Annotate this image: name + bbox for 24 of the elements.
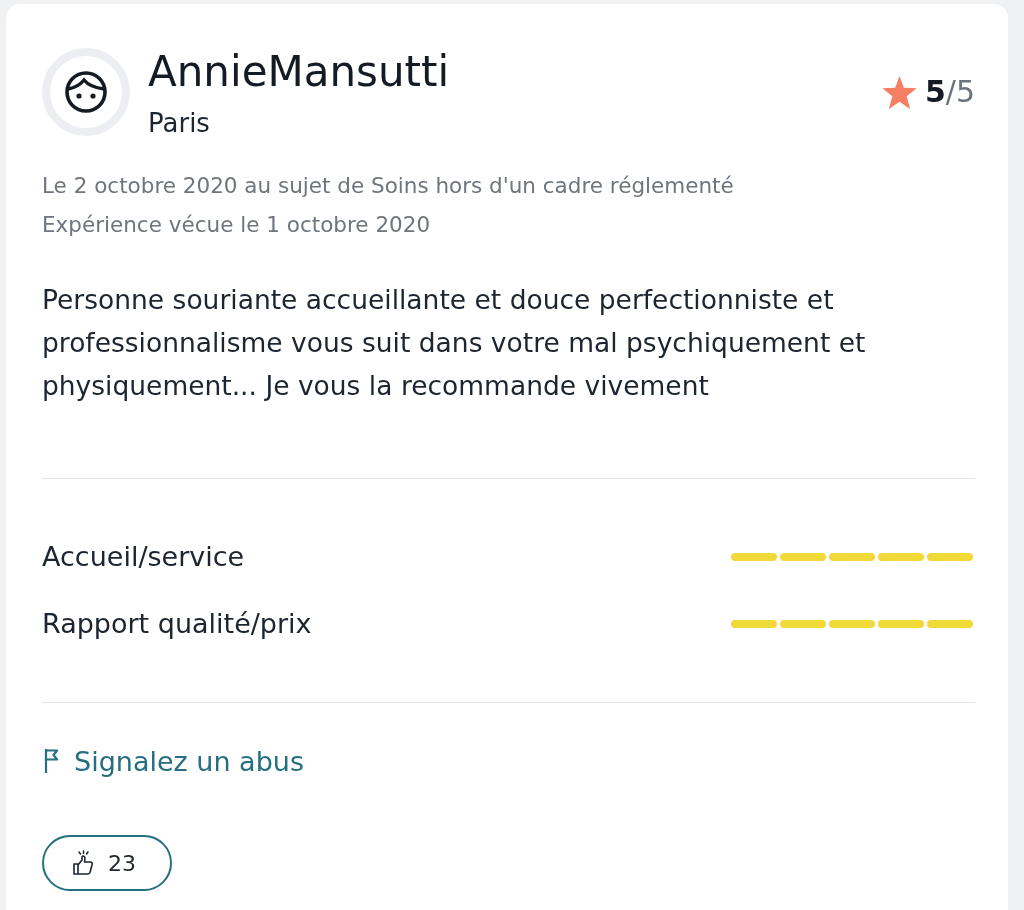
rating-segment [829,553,875,561]
star-icon [881,75,917,109]
author-name: AnnieMansutti [148,47,451,97]
flag-icon [44,748,60,774]
thumbs-up-icon [72,850,94,876]
review-meta-text: Expérience vécue le 1 octobre 2020 [42,211,432,239]
criterion-label: Rapport qualité/prix [42,607,312,641]
rating-segment [878,553,924,561]
rating-segment [927,553,973,561]
rating-segment [780,620,826,628]
like-button[interactable]: 23 [42,835,172,891]
rating-segment [731,620,777,628]
review-text: Personne souriante accueillante et douce perfectionniste et professionnalisme vous suit dans votre mal psychiquement et physiquement... Je vous la recommande vivement [42,283,867,403]
rating-score: 5/5 [924,73,975,111]
review-meta-text: Le 2 octobre 2020 au sujet de Soins hors d'un cadre réglementé [42,172,735,200]
report-abuse-link[interactable]: Signalez un abus [42,741,304,781]
avatar-icon [42,48,130,136]
rating-segment [878,620,924,628]
rating-segment [780,553,826,561]
rating-segment [829,620,875,628]
rating-segment [731,553,777,561]
criterion-label: Accueil/service [42,540,245,574]
author-city: Paris [148,107,211,140]
rating-segment [927,620,973,628]
